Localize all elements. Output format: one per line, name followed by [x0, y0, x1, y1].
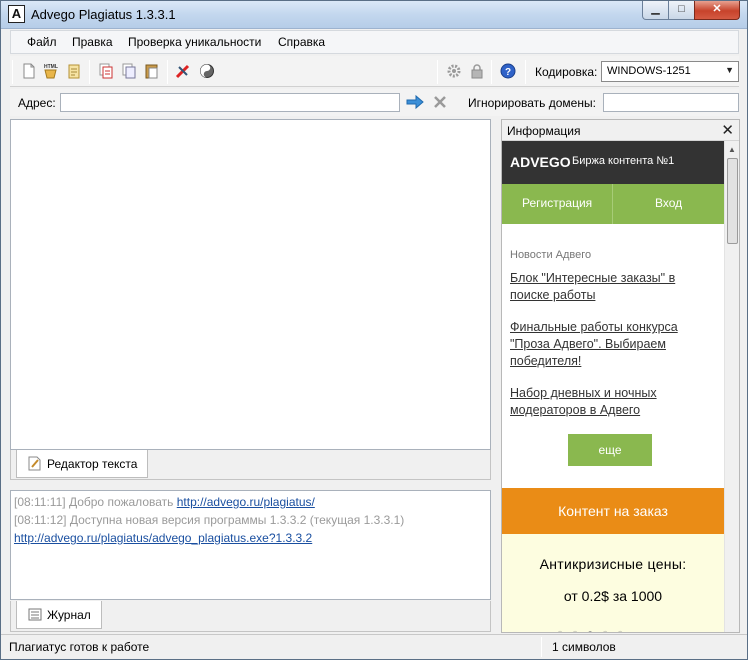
svg-text:?: ?	[505, 67, 511, 78]
copy-doc-icon[interactable]	[121, 63, 137, 79]
log-link[interactable]: http://advego.ru/plagiatus/advego_plagia…	[14, 531, 312, 545]
close-icon[interactable]: ✕	[721, 121, 734, 139]
info-panel-title: Информация	[507, 124, 581, 138]
ignore-domains-label: Игнорировать домены:	[468, 96, 596, 110]
info-panel: Информация ✕ ADVEGO Биржа контента №1 Ре…	[501, 119, 740, 633]
toolbar-separator	[12, 60, 13, 84]
log-panel: [08:11:11] Добро пожаловать http://adveg…	[10, 490, 491, 600]
news-label: Новости Адвего	[510, 249, 592, 261]
copy-icon[interactable]	[98, 63, 114, 79]
svg-text:HTML: HTML	[44, 64, 58, 70]
tab-log[interactable]: Журнал	[16, 601, 102, 629]
address-input[interactable]	[60, 93, 400, 112]
toolbar-separator	[491, 60, 492, 84]
advego-tagline: Биржа контента №1	[572, 155, 675, 167]
tab-label: Журнал	[47, 608, 91, 622]
menu-check-uniqueness[interactable]: Проверка уникальности	[128, 35, 261, 49]
close-window-button[interactable]: ✕	[694, 1, 740, 20]
title-bar: A Advego Plagiatus 1.3.3.1 ▁ □ ✕	[1, 1, 747, 29]
menu-help[interactable]: Справка	[278, 35, 325, 49]
news-link[interactable]: Набор дневных и ночных модераторов в Адв…	[510, 385, 700, 419]
editor-tab-bar: Редактор текста	[10, 450, 491, 480]
html-icon[interactable]: HTML	[43, 63, 59, 79]
app-window: A Advego Plagiatus 1.3.3.1 ▁ □ ✕ Файл Пр…	[0, 0, 748, 660]
open-file-icon[interactable]	[66, 63, 82, 79]
news-link[interactable]: Финальные работы конкурса "Проза Адвего"…	[510, 319, 700, 370]
ignore-domains-input[interactable]	[603, 93, 739, 112]
status-bar: Плагиатус готов к работе 1 символов	[1, 634, 747, 659]
menu-bar: Файл Правка Проверка уникальности Справк…	[10, 30, 739, 54]
menu-edit[interactable]: Правка	[72, 35, 113, 49]
promo-price: от 0.2$ за 1000	[563, 588, 663, 604]
char-count: 1 символов	[552, 640, 616, 654]
info-panel-header: Информация ✕	[502, 120, 739, 141]
toolbar-separator	[525, 60, 526, 84]
toolbar-separator	[437, 60, 438, 84]
toolbar-separator	[89, 60, 90, 84]
advego-nav: Регистрация Вход	[502, 184, 724, 224]
tab-label: Редактор текста	[47, 457, 138, 471]
scroll-thumb[interactable]	[727, 158, 738, 244]
info-scrollbar[interactable]: ▲	[724, 141, 739, 632]
check-uniqueness-icon[interactable]	[175, 63, 191, 79]
encoding-label: Кодировка:	[535, 65, 598, 79]
go-arrow-icon[interactable]	[406, 94, 424, 110]
settings-cycle-icon[interactable]	[199, 63, 215, 79]
carousel-dots[interactable]: ○○●○○	[557, 628, 632, 632]
order-content-banner[interactable]: Контент на заказ	[502, 488, 724, 534]
log-tab-bar: Журнал	[10, 601, 491, 632]
menu-file[interactable]: Файл	[27, 35, 57, 49]
text-editor[interactable]	[10, 119, 491, 450]
status-divider	[541, 637, 542, 657]
maximize-button[interactable]: □	[668, 1, 695, 20]
advego-header: ADVEGO Биржа контента №1	[502, 141, 724, 184]
log-line: http://advego.ru/plagiatus/advego_plagia…	[14, 531, 490, 549]
nav-divider	[612, 184, 613, 224]
address-bar: Адрес: Игнорировать домены:	[10, 89, 739, 116]
log-time: [08:11:11]	[14, 495, 66, 509]
toolbar: HTML ? Кодировка: WINDOWS-1251 ▼	[10, 56, 739, 87]
more-news-button[interactable]: еще	[568, 434, 652, 466]
app-logo-icon: A	[8, 5, 25, 23]
register-button[interactable]: Регистрация	[522, 196, 592, 210]
tab-text-editor[interactable]: Редактор текста	[16, 450, 149, 478]
promo-title: Антикризисные цены:	[539, 556, 687, 572]
scroll-up-icon[interactable]: ▲	[728, 145, 736, 154]
encoding-select[interactable]: WINDOWS-1251 ▼	[601, 61, 739, 82]
log-line: [08:11:11] Добро пожаловать http://adveg…	[14, 495, 490, 513]
news-link[interactable]: Блок "Интересные заказы" в поиске работы	[510, 270, 700, 304]
log-link[interactable]: http://advego.ru/plagiatus/	[177, 495, 315, 509]
login-button[interactable]: Вход	[655, 196, 682, 210]
log-time: [08:11:12]	[14, 513, 67, 527]
log-text: Доступна новая версия программы 1.3.3.2 …	[69, 513, 405, 527]
log-text: Добро пожаловать	[68, 495, 174, 509]
log-line: [08:11:12] Доступна новая версия програм…	[14, 513, 490, 531]
chevron-down-icon: ▼	[725, 65, 734, 75]
lock-icon[interactable]	[469, 63, 485, 79]
paste-icon[interactable]	[144, 63, 160, 79]
address-label: Адрес:	[18, 96, 56, 110]
toolbar-separator	[167, 60, 168, 84]
promo-block: Антикризисные цены: от 0.2$ за 1000 ○○●○…	[502, 534, 724, 632]
new-document-icon[interactable]	[21, 63, 37, 79]
journal-icon	[28, 608, 42, 621]
help-icon[interactable]: ?	[500, 63, 516, 79]
encoding-value: WINDOWS-1251	[607, 65, 691, 77]
minimize-button[interactable]: ▁	[642, 1, 669, 20]
gear-icon[interactable]	[446, 63, 462, 79]
status-text: Плагиатус готов к работе	[9, 640, 150, 654]
stop-icon[interactable]	[432, 94, 448, 110]
edit-document-icon	[28, 456, 41, 471]
advego-logo[interactable]: ADVEGO	[510, 154, 571, 170]
window-title: Advego Plagiatus 1.3.3.1	[31, 7, 176, 22]
